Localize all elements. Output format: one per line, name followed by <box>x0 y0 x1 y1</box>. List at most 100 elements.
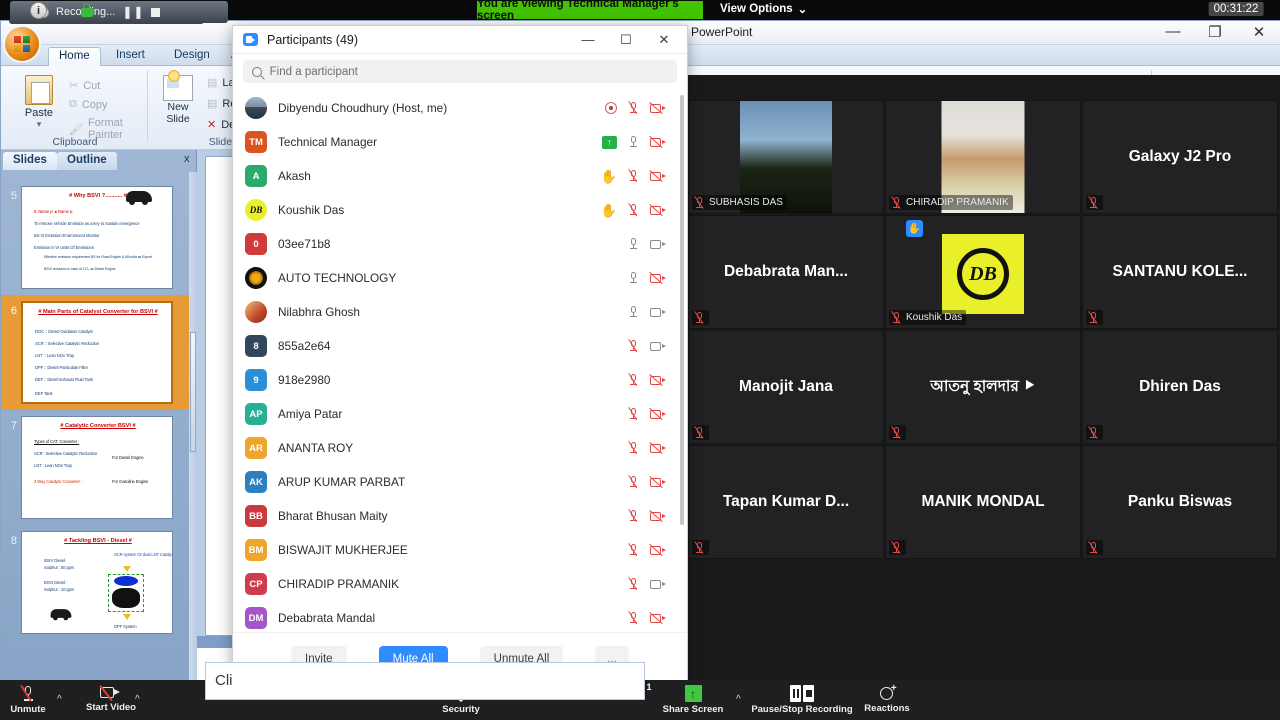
participant-row[interactable]: 0 03ee71b8 <box>233 227 687 261</box>
camera-off-icon[interactable] <box>649 135 667 149</box>
maximize-button[interactable]: ❐ <box>1201 23 1229 41</box>
camera-icon[interactable] <box>650 340 667 353</box>
participant-row[interactable]: 8 855a2e64 <box>233 329 687 363</box>
pane-close-button[interactable]: x <box>184 153 190 165</box>
tab-outline-pane[interactable]: Outline <box>57 152 117 170</box>
video-tile[interactable]: Dhiren Das <box>1082 330 1278 444</box>
video-tile[interactable]: ✋ DB Koushik Das <box>885 215 1081 329</box>
scrollbar-thumb[interactable] <box>190 332 196 452</box>
participant-row[interactable]: BM BISWAJIT MUKHERJEE <box>233 533 687 567</box>
camera-off-icon[interactable] <box>649 543 667 557</box>
slide-preview[interactable]: # Tackling BSVI - Diesel # BSIV Diesel S… <box>21 531 173 634</box>
participant-row[interactable]: AK ARUP KUMAR PARBAT <box>233 465 687 499</box>
slide-thumbnail[interactable]: 7 # Catalytic Converter BSVI # Types of … <box>1 410 189 525</box>
mic-muted-icon[interactable] <box>627 339 639 353</box>
mic-muted-icon[interactable] <box>627 169 639 183</box>
camera-off-icon[interactable] <box>649 475 667 489</box>
video-tile[interactable]: MANIK MONDAL <box>885 445 1081 559</box>
participants-minimize-button[interactable]: — <box>569 27 607 53</box>
pause-recording-icon[interactable]: ❚❚ <box>122 5 144 19</box>
close-button[interactable]: ✕ <box>1245 23 1273 41</box>
mic-muted-icon[interactable] <box>627 509 639 523</box>
slides-pane-scrollbar[interactable] <box>189 172 197 681</box>
view-options-button[interactable]: View Options ⌄ <box>720 2 807 16</box>
office-button[interactable] <box>3 25 41 63</box>
participant-row[interactable]: AP Amiya Patar <box>233 397 687 431</box>
audio-options-caret[interactable]: ^ <box>57 694 62 705</box>
mic-muted-icon[interactable] <box>627 543 639 557</box>
participant-row[interactable]: CP CHIRADIP PRAMANIK <box>233 567 687 601</box>
reactions-button[interactable]: + Reactions <box>862 682 912 720</box>
mic-muted-icon[interactable] <box>627 203 639 217</box>
mic-muted-icon[interactable] <box>627 407 639 421</box>
slide-thumbnail[interactable]: 5 # Why BSVI ?........... # 5: Name p: ●… <box>1 180 189 295</box>
slide-thumbnail[interactable]: 8 # Tackling BSVI - Diesel # BSIV Diesel… <box>1 525 189 640</box>
tab-design[interactable]: Design <box>164 47 220 66</box>
camera-off-icon[interactable] <box>649 611 667 625</box>
participant-row[interactable]: DB Koushik Das ✋ <box>233 193 687 227</box>
participant-row[interactable]: BB Bharat Bhusan Maity <box>233 499 687 533</box>
paste-caret[interactable]: ▾ <box>15 119 63 130</box>
participants-scrollbar[interactable] <box>680 95 684 615</box>
camera-off-icon[interactable] <box>649 441 667 455</box>
camera-off-icon[interactable] <box>649 169 667 183</box>
camera-icon[interactable] <box>650 238 667 251</box>
mic-muted-icon[interactable] <box>627 475 639 489</box>
video-tile[interactable]: Debabrata Man... <box>688 215 884 329</box>
pause-stop-recording-button[interactable]: Pause/Stop Recording <box>748 682 856 720</box>
mic-muted-icon[interactable] <box>627 373 639 387</box>
participant-row[interactable]: TM Technical Manager ↑ <box>233 125 687 159</box>
search-box[interactable] <box>243 60 677 83</box>
participant-row[interactable]: 9 918e2980 <box>233 363 687 397</box>
camera-off-icon[interactable] <box>649 203 667 217</box>
video-tile[interactable]: Manojit Jana <box>688 330 884 444</box>
mic-icon[interactable] <box>628 271 639 285</box>
mic-icon[interactable] <box>628 305 639 319</box>
video-tile[interactable]: SUBHASIS DAS <box>688 100 884 214</box>
mic-icon[interactable] <box>628 135 639 149</box>
slide-text-placeholder[interactable]: Cli <box>205 662 645 700</box>
participants-close-button[interactable]: ✕ <box>645 27 683 53</box>
info-icon[interactable]: i <box>30 2 47 19</box>
camera-icon[interactable] <box>650 306 667 319</box>
participant-row[interactable]: DM Debabrata Mandal <box>233 601 687 632</box>
video-tile[interactable]: Galaxy J2 Pro <box>1082 100 1278 214</box>
search-input[interactable] <box>269 65 668 78</box>
camera-off-icon[interactable] <box>649 407 667 421</box>
start-video-button[interactable]: Start Video <box>82 682 140 720</box>
tab-insert[interactable]: Insert <box>106 47 155 66</box>
camera-off-icon[interactable] <box>649 509 667 523</box>
new-slide-button[interactable]: New Slide <box>155 70 201 125</box>
tab-slides-pane[interactable]: Slides <box>3 152 57 170</box>
slide-thumbnail-selected[interactable]: 6 # Main Parts of Catalyst Converter for… <box>1 295 189 410</box>
mic-muted-icon[interactable] <box>627 577 639 591</box>
participant-row[interactable]: A Akash ✋ <box>233 159 687 193</box>
unmute-button[interactable]: Unmute <box>8 682 48 720</box>
participants-list[interactable]: Dibyendu Choudhury (Host, me) TM Technic… <box>233 91 687 632</box>
copy-button[interactable]: ⧉ Copy <box>69 98 108 111</box>
tab-home[interactable]: Home <box>48 47 101 66</box>
mic-icon[interactable] <box>628 237 639 251</box>
camera-off-icon[interactable] <box>649 373 667 387</box>
cut-button[interactable]: ✂ Cut <box>69 79 100 93</box>
video-tile[interactable]: SANTANU KOLE... <box>1082 215 1278 329</box>
minimize-button[interactable]: — <box>1159 23 1187 40</box>
camera-off-icon[interactable] <box>649 101 667 115</box>
participant-row[interactable]: Nilabhra Ghosh <box>233 295 687 329</box>
participants-maximize-button[interactable]: ☐ <box>607 27 645 53</box>
video-tile[interactable]: Panku Biswas <box>1082 445 1278 559</box>
slide-preview[interactable]: # Catalytic Converter BSVI # Types of CA… <box>21 416 173 519</box>
participant-row[interactable]: Dibyendu Choudhury (Host, me) <box>233 91 687 125</box>
video-options-caret[interactable]: ^ <box>135 694 140 705</box>
slide-preview[interactable]: # Why BSVI ?........... # 5: Name p: ● N… <box>21 186 173 289</box>
mic-muted-icon[interactable] <box>627 101 639 115</box>
mic-muted-icon[interactable] <box>627 611 639 625</box>
scrollbar-thumb[interactable] <box>680 95 684 525</box>
participant-row[interactable]: AR ANANTA ROY <box>233 431 687 465</box>
video-tile[interactable]: CHIRADIP PRAMANIK <box>885 100 1081 214</box>
slide-thumbnail-list[interactable]: 5 # Why BSVI ?........... # 5: Name p: ●… <box>1 172 189 681</box>
slide-preview[interactable]: # Main Parts of Catalyst Converter for B… <box>21 301 173 404</box>
stop-recording-icon[interactable] <box>151 7 161 17</box>
mic-muted-icon[interactable] <box>627 441 639 455</box>
paste-button[interactable]: Paste ▾ <box>15 75 63 130</box>
